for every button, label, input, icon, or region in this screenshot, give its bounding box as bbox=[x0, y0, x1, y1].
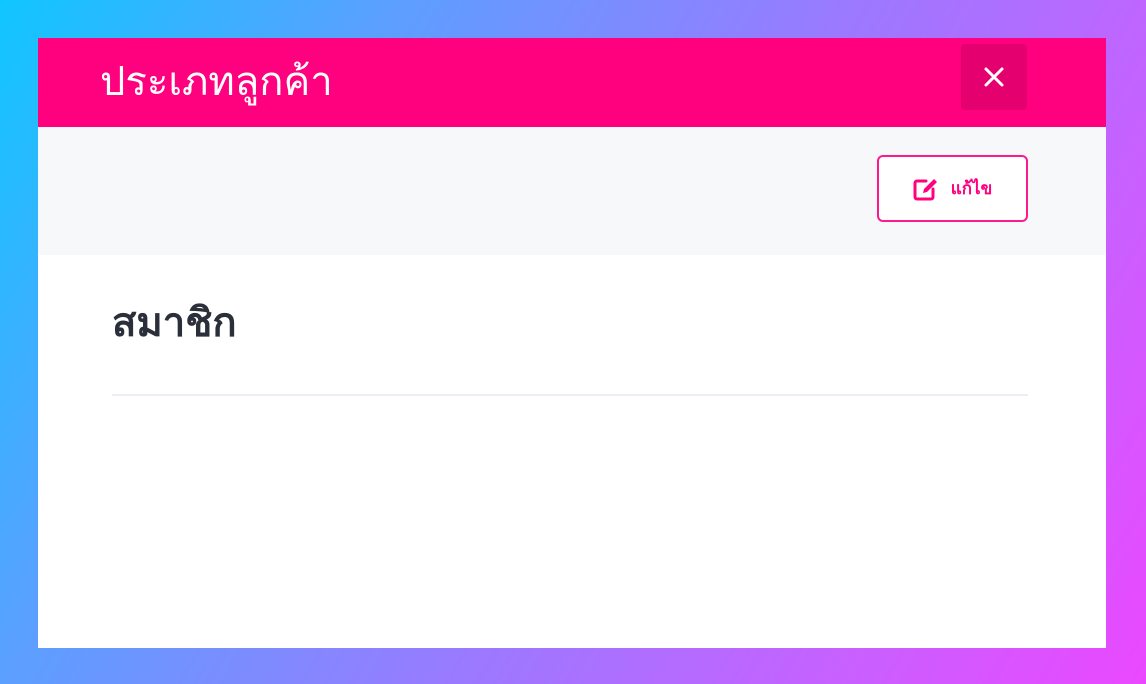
close-icon bbox=[984, 67, 1004, 87]
customer-type-value: สมาชิก bbox=[112, 300, 237, 346]
close-button[interactable] bbox=[961, 44, 1027, 110]
edit-icon bbox=[913, 178, 937, 200]
modal-toolbar: แก้ไข bbox=[38, 127, 1106, 255]
modal-content: สมาชิก bbox=[38, 255, 1106, 648]
divider bbox=[112, 394, 1028, 396]
modal-header: ประเภทลูกค้า bbox=[38, 38, 1106, 127]
edit-button[interactable]: แก้ไข bbox=[877, 155, 1028, 222]
customer-type-modal: ประเภทลูกค้า แก้ไข สมาชิก bbox=[38, 38, 1106, 648]
edit-button-label: แก้ไข bbox=[950, 179, 993, 199]
modal-title: ประเภทลูกค้า bbox=[100, 59, 333, 105]
